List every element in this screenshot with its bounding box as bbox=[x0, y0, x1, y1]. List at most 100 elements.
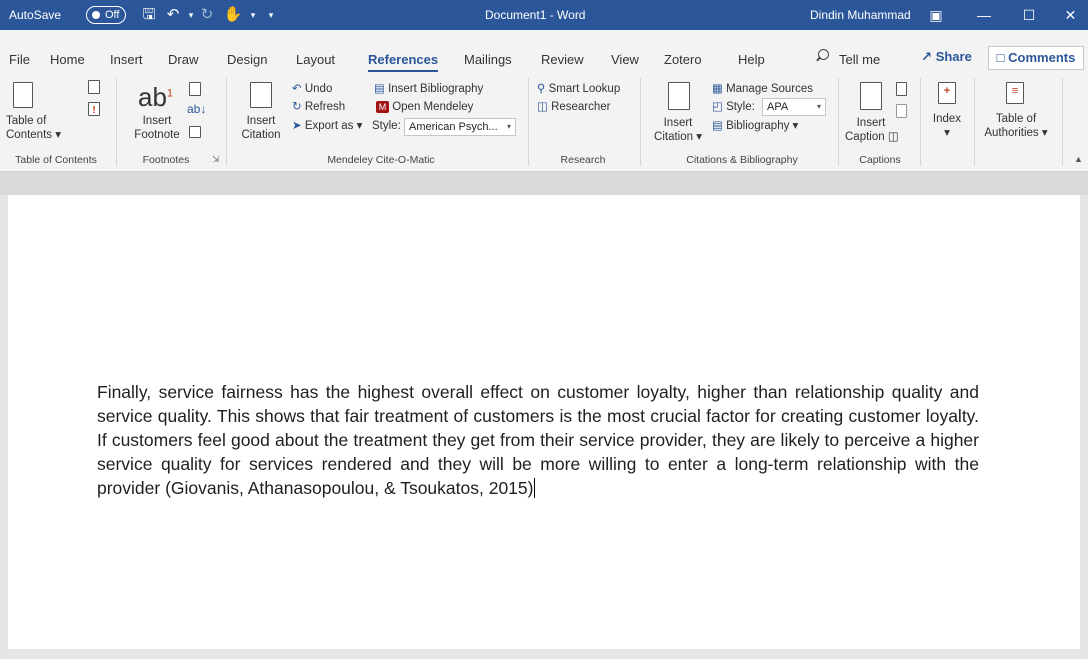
tab-zotero[interactable]: Zotero bbox=[664, 50, 702, 70]
mendeley-style-value: American Psych... bbox=[409, 121, 498, 133]
smart-lookup-button[interactable]: ⚲ Smart Lookup bbox=[537, 80, 620, 98]
citation-line1: Insert bbox=[663, 117, 693, 129]
document-title: Document1 - Word bbox=[485, 8, 586, 22]
mendeley-refresh-button[interactable]: ↻ Refresh bbox=[292, 98, 345, 116]
group-separator bbox=[116, 78, 117, 166]
tab-references[interactable]: References bbox=[368, 50, 439, 72]
search-icon[interactable] bbox=[818, 49, 829, 60]
mendeley-undo-label: Undo bbox=[304, 83, 333, 95]
table-of-authorities-button[interactable]: Table of Authorities ▾ bbox=[982, 112, 1050, 140]
citation-style-label: ◰ Style: bbox=[712, 98, 755, 116]
mark-entry-icon: + bbox=[938, 82, 956, 104]
user-name[interactable]: Dindin Muhammad bbox=[810, 0, 911, 30]
group-label-citations: Citations & Bibliography bbox=[686, 154, 798, 166]
tab-home[interactable]: Home bbox=[50, 50, 85, 70]
style-icon: ◰ bbox=[712, 101, 727, 113]
citation-style-value: APA bbox=[767, 101, 789, 113]
insert-table-of-figures-icon[interactable] bbox=[896, 82, 907, 96]
document-page[interactable]: Finally, service fairness has the highes… bbox=[8, 195, 1080, 649]
quick-access-more-icon[interactable]: ▾ bbox=[260, 0, 282, 30]
mark-citation-icon: ≡ bbox=[1006, 82, 1024, 104]
cross-reference-icon: ◫ bbox=[887, 131, 899, 143]
save-icon[interactable]: 🖫 bbox=[138, 0, 160, 30]
group-label-research: Research bbox=[560, 154, 606, 166]
index-button[interactable]: Index ▾ bbox=[928, 112, 966, 140]
footnote-label-line2: Footnote bbox=[134, 129, 180, 141]
index-label: Index bbox=[932, 113, 962, 125]
undo-arrow-icon: ↶ bbox=[292, 83, 305, 95]
smart-lookup-label: Smart Lookup bbox=[548, 83, 621, 95]
manage-sources-icon: ▦ bbox=[712, 83, 727, 95]
insert-caption-button[interactable]: Insert Caption ◫ bbox=[845, 116, 899, 144]
mendeley-style-label: Style: bbox=[372, 120, 401, 132]
open-mendeley-button[interactable]: M Open Mendeley bbox=[376, 98, 473, 116]
ruler-gap bbox=[0, 172, 1088, 195]
collapse-ribbon-icon[interactable]: ▲ bbox=[1074, 154, 1083, 164]
footnote-label-line1: Insert bbox=[142, 115, 172, 127]
tell-me-box[interactable]: Tell me bbox=[839, 50, 880, 70]
export-icon: ➤ bbox=[292, 120, 305, 132]
autosave-label: AutoSave bbox=[9, 8, 62, 22]
mendeley-style-dropdown[interactable]: American Psych... ▾ bbox=[404, 118, 516, 136]
tab-design[interactable]: Design bbox=[227, 50, 267, 70]
insert-endnote-icon[interactable] bbox=[189, 82, 201, 96]
paragraph-text: Finally, service fairness has the highes… bbox=[97, 382, 979, 498]
group-label-mendeley: Mendeley Cite-O-Matic bbox=[327, 154, 435, 166]
insert-citation-button[interactable]: Insert Citation ▾ bbox=[652, 116, 704, 144]
tab-view[interactable]: View bbox=[611, 50, 639, 70]
mendeley-insert-citation-button[interactable]: Insert Citation bbox=[240, 114, 282, 142]
caption-line1: Insert bbox=[856, 117, 886, 129]
show-notes-icon[interactable] bbox=[189, 126, 201, 138]
group-separator bbox=[226, 78, 227, 166]
tab-help[interactable]: Help bbox=[738, 50, 765, 70]
open-mendeley-label: Open Mendeley bbox=[392, 101, 474, 113]
mendeley-export-button[interactable]: ➤ Export as ▾ bbox=[292, 117, 362, 135]
update-table-of-figures-icon[interactable] bbox=[896, 104, 907, 118]
mendeley-insert-citation-icon bbox=[250, 82, 272, 108]
tab-insert[interactable]: Insert bbox=[110, 50, 143, 70]
redo-icon[interactable]: ↻ bbox=[196, 0, 218, 30]
mendeley-insert-bibliography-button[interactable]: ▤ Insert Bibliography bbox=[374, 80, 483, 98]
citation-style-dropdown[interactable]: APA ▾ bbox=[762, 98, 826, 116]
mendeley-undo-button[interactable]: ↶ Undo bbox=[292, 80, 332, 98]
add-text-icon[interactable] bbox=[88, 80, 100, 94]
next-footnote-icon[interactable]: ab↓ bbox=[187, 102, 206, 116]
insert-footnote-button[interactable]: Insert Footnote bbox=[132, 114, 182, 142]
researcher-icon: ◫ bbox=[537, 101, 552, 113]
tab-draw[interactable]: Draw bbox=[168, 50, 198, 70]
document-paragraph[interactable]: Finally, service fairness has the highes… bbox=[97, 380, 979, 500]
mendeley-insert-bibliography-label: Insert Bibliography bbox=[388, 83, 484, 95]
chevron-down-icon: ▾ bbox=[506, 122, 511, 131]
table-of-contents-icon bbox=[13, 82, 33, 108]
ribbon-display-options-icon[interactable]: ▣ bbox=[917, 0, 955, 30]
mendeley-citation-line2: Citation bbox=[241, 129, 281, 141]
toc-label-line1: Table of bbox=[6, 115, 47, 127]
autosave-toggle[interactable]: Off bbox=[86, 6, 126, 24]
tab-file[interactable]: File bbox=[9, 50, 30, 70]
table-of-contents-button[interactable]: Table of Contents ▾ bbox=[6, 114, 61, 142]
tab-layout[interactable]: Layout bbox=[296, 50, 335, 70]
maximize-icon[interactable]: ☐ bbox=[1010, 0, 1048, 30]
mendeley-export-label: Export as bbox=[304, 120, 354, 132]
update-table-icon[interactable]: ! bbox=[88, 102, 100, 116]
ribbon-tabs: File Home Insert Draw Design Layout Refe… bbox=[0, 30, 1088, 74]
tab-review[interactable]: Review bbox=[541, 50, 584, 70]
group-separator bbox=[920, 78, 921, 166]
insert-footnote-icon: ab1 bbox=[138, 82, 173, 113]
comments-button[interactable]: □ Comments bbox=[988, 46, 1084, 70]
tab-mailings[interactable]: Mailings bbox=[464, 50, 512, 70]
footnote-ab-glyph: ab bbox=[138, 82, 167, 112]
bibliography-button[interactable]: ▤ Bibliography ▾ bbox=[712, 117, 798, 135]
toc-label-line2: Contents ▾ bbox=[6, 129, 61, 141]
touch-mode-icon[interactable]: ✋ bbox=[222, 0, 244, 30]
manage-sources-button[interactable]: ▦ Manage Sources bbox=[712, 80, 813, 98]
minimize-icon[interactable]: — bbox=[965, 0, 1003, 30]
ribbon: Table of Contents ▾ ! Table of Contents … bbox=[0, 74, 1088, 172]
group-separator bbox=[974, 78, 975, 166]
researcher-button[interactable]: ◫ Researcher bbox=[537, 98, 611, 116]
caption-line2: Caption ◫ bbox=[845, 131, 899, 143]
share-button[interactable]: ↗ Share bbox=[913, 46, 980, 70]
footnotes-dialog-launcher-icon[interactable]: ⇲ bbox=[212, 154, 220, 165]
close-icon[interactable]: ✕ bbox=[1053, 0, 1088, 30]
refresh-icon: ↻ bbox=[292, 101, 305, 113]
